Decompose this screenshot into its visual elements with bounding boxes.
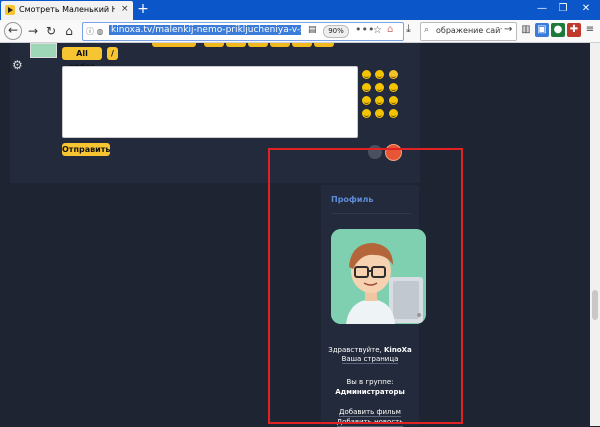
url-bar[interactable]: ⓘ ◍ kinoxa.tv/malenkij-nemo-prikljucheni…	[82, 22, 404, 41]
smiley-icon[interactable]	[375, 96, 384, 105]
scrollbar[interactable]	[590, 43, 600, 426]
smiley-icon[interactable]	[362, 70, 371, 79]
search-bar[interactable]: ⌕ ображение сайта →	[420, 22, 517, 41]
tab-bar: Смотреть Маленький Немо: Пр × + — ❐ ✕	[0, 0, 600, 20]
site-favicon-icon	[5, 5, 15, 15]
toolbar-chip[interactable]	[226, 43, 246, 47]
surprised-smiley-icon[interactable]	[389, 96, 398, 105]
smiley-icon[interactable]	[389, 109, 398, 118]
smiley-icon[interactable]	[375, 70, 384, 79]
close-window-button[interactable]: ✕	[576, 2, 596, 16]
reader-view-icon[interactable]: ▤	[308, 25, 317, 35]
extension-icon[interactable]: ▣	[535, 23, 549, 37]
comment-textarea[interactable]	[62, 66, 358, 138]
smiley-icon[interactable]	[362, 83, 371, 92]
tab-close-button[interactable]: ×	[121, 4, 129, 14]
avatar	[30, 43, 57, 58]
tab-title: Смотреть Маленький Немо: Пр	[19, 5, 115, 14]
smiley-icon[interactable]	[375, 109, 384, 118]
highlight-annotation-box	[268, 148, 463, 424]
home-icon[interactable]: ⌂	[60, 22, 78, 40]
search-go-arrow-icon[interactable]: →	[504, 24, 512, 35]
zoom-indicator[interactable]: 90%	[323, 25, 349, 38]
all-codes-button[interactable]: All codes	[62, 47, 102, 71]
toolbar-chip[interactable]	[152, 43, 196, 47]
scrollbar-thumb[interactable]	[592, 290, 598, 320]
forward-arrow-icon[interactable]: →	[24, 22, 42, 40]
smiley-icon[interactable]	[375, 83, 384, 92]
toolbar-chip[interactable]	[314, 43, 334, 47]
smiley-icon[interactable]	[389, 83, 398, 92]
submit-comment-button[interactable]: Отправить	[62, 143, 110, 156]
browser-tab[interactable]: Смотреть Маленький Немо: Пр ×	[1, 1, 133, 20]
smiley-icon[interactable]	[362, 109, 371, 118]
site-info-icon[interactable]: ⓘ ◍	[86, 26, 104, 37]
library-icon[interactable]: ▥	[519, 23, 533, 37]
menu-icon[interactable]: ≡	[583, 23, 597, 37]
site-shortcut-icon[interactable]: ⌂	[387, 24, 393, 35]
reload-icon[interactable]: ↻	[42, 22, 60, 40]
toolbar-chip[interactable]	[204, 43, 224, 47]
url-text[interactable]: kinoxa.tv/malenkij-nemo-prikljucheniya-v…	[109, 25, 301, 35]
cool-smiley-icon[interactable]	[389, 70, 398, 79]
extension-icon-2[interactable]: ●	[551, 23, 565, 37]
search-icon: ⌕	[424, 25, 430, 35]
smiley-icon[interactable]	[362, 96, 371, 105]
slash-button[interactable]: /	[107, 47, 118, 60]
back-arrow-icon[interactable]: ←	[4, 22, 22, 40]
download-icon[interactable]: ⤓	[406, 22, 411, 36]
new-tab-button[interactable]: +	[135, 1, 151, 18]
toolbar-chip[interactable]	[248, 43, 268, 47]
gear-icon[interactable]: ⚙	[12, 58, 23, 72]
minimize-button[interactable]: —	[532, 2, 552, 16]
bookmark-star-icon[interactable]: ☆	[373, 25, 382, 36]
toolbar-chip[interactable]	[292, 43, 312, 47]
page-actions-icon[interactable]: •••	[355, 23, 374, 36]
maximize-button[interactable]: ❐	[553, 2, 573, 16]
navigation-toolbar: ← → ↻ ⌂ ⓘ ◍ kinoxa.tv/malenkij-nemo-prik…	[0, 20, 600, 43]
toolbar-chip[interactable]	[270, 43, 290, 47]
extension-icon-3[interactable]: ✚	[567, 23, 581, 37]
search-input[interactable]: ображение сайта	[436, 26, 502, 35]
